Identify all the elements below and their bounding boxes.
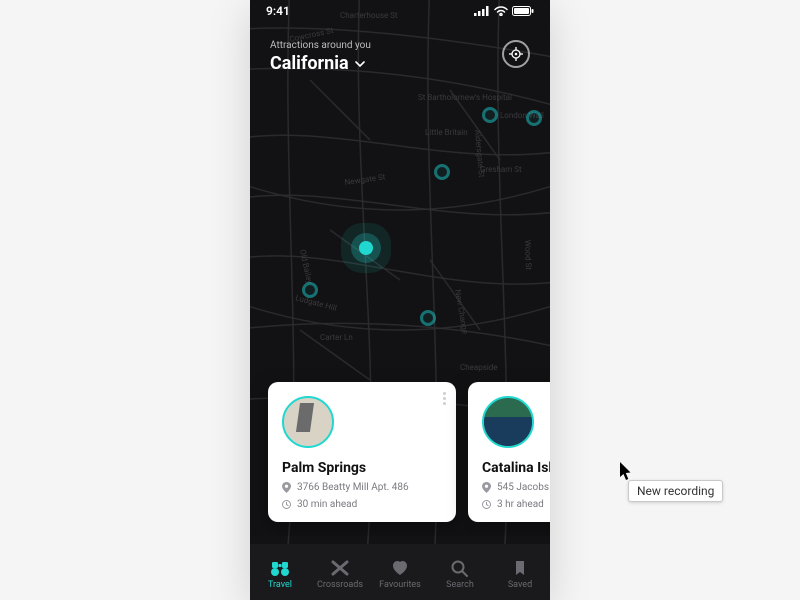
status-bar: 9:41	[250, 0, 550, 22]
cards-carousel[interactable]: Palm Springs 3766 Beatty Mill Apt. 486 3…	[250, 368, 550, 536]
street-label: Newgate St	[344, 172, 386, 187]
wifi-icon	[494, 6, 508, 16]
card-title: Palm Springs	[282, 460, 442, 476]
street-label: Little Britain	[425, 128, 468, 137]
signal-icon	[474, 6, 490, 16]
tab-travel[interactable]: Travel	[253, 559, 307, 590]
header: Attractions around you California	[250, 40, 550, 74]
tab-label: Crossroads	[317, 580, 363, 590]
card-title: Catalina Island	[482, 460, 550, 476]
map-marker[interactable]	[434, 164, 450, 180]
tab-search[interactable]: Search	[433, 559, 487, 590]
location-selector[interactable]: California	[270, 53, 371, 74]
status-time: 9:41	[266, 4, 290, 18]
search-icon	[450, 559, 470, 577]
bookmark-icon	[510, 559, 530, 577]
card-more-button[interactable]	[443, 392, 446, 405]
crosshair-icon	[509, 47, 523, 61]
status-icons	[474, 6, 534, 16]
map-marker[interactable]	[302, 282, 318, 298]
attraction-card[interactable]: Catalina Island 545 Jacobs Curve 3 hr ah…	[468, 382, 550, 522]
card-address: 545 Jacobs Curve	[497, 482, 550, 493]
street-label: Wood St	[523, 240, 533, 271]
tab-crossroads[interactable]: Crossroads	[313, 559, 367, 590]
street-label: Old Bailey	[298, 249, 314, 285]
tab-bar: Travel Crossroads Favourites Search Save…	[250, 544, 550, 600]
attraction-card[interactable]: Palm Springs 3766 Beatty Mill Apt. 486 3…	[268, 382, 456, 522]
tab-label: Travel	[268, 580, 292, 590]
card-time: 30 min ahead	[297, 499, 357, 510]
tab-label: Search	[446, 580, 474, 590]
phone-frame: Charterhouse St Cowcross St St Bartholom…	[250, 0, 550, 600]
binoculars-icon	[270, 559, 290, 577]
card-time: 3 hr ahead	[497, 499, 544, 510]
card-thumbnail	[282, 396, 334, 448]
map-marker[interactable]	[482, 107, 498, 123]
tab-favourites[interactable]: Favourites	[373, 559, 427, 590]
card-thumbnail	[482, 396, 534, 448]
crossroads-icon	[330, 559, 350, 577]
street-label: Gresham St	[480, 165, 522, 174]
map-marker[interactable]	[526, 110, 542, 126]
street-label: Ludgate Hill	[294, 293, 337, 313]
card-address: 3766 Beatty Mill Apt. 486	[297, 482, 409, 493]
tab-saved[interactable]: Saved	[493, 559, 547, 590]
header-subtitle: Attractions around you	[270, 40, 371, 51]
tooltip: New recording	[628, 480, 723, 502]
map-marker[interactable]	[420, 310, 436, 326]
tab-label: Favourites	[379, 580, 421, 590]
heart-icon	[390, 559, 410, 577]
locate-button[interactable]	[502, 40, 530, 68]
street-label: St Bartholomew's Hospital	[418, 93, 512, 102]
street-label: Carter Ln	[320, 333, 353, 342]
pin-icon	[282, 482, 291, 493]
battery-icon	[512, 6, 534, 16]
tab-label: Saved	[508, 580, 532, 590]
clock-icon	[282, 500, 291, 509]
chevron-down-icon	[355, 61, 365, 67]
clock-icon	[482, 500, 491, 509]
pin-icon	[482, 482, 491, 493]
mouse-cursor	[620, 462, 634, 482]
map-marker-active[interactable]	[359, 241, 373, 255]
location-name: California	[270, 53, 349, 74]
